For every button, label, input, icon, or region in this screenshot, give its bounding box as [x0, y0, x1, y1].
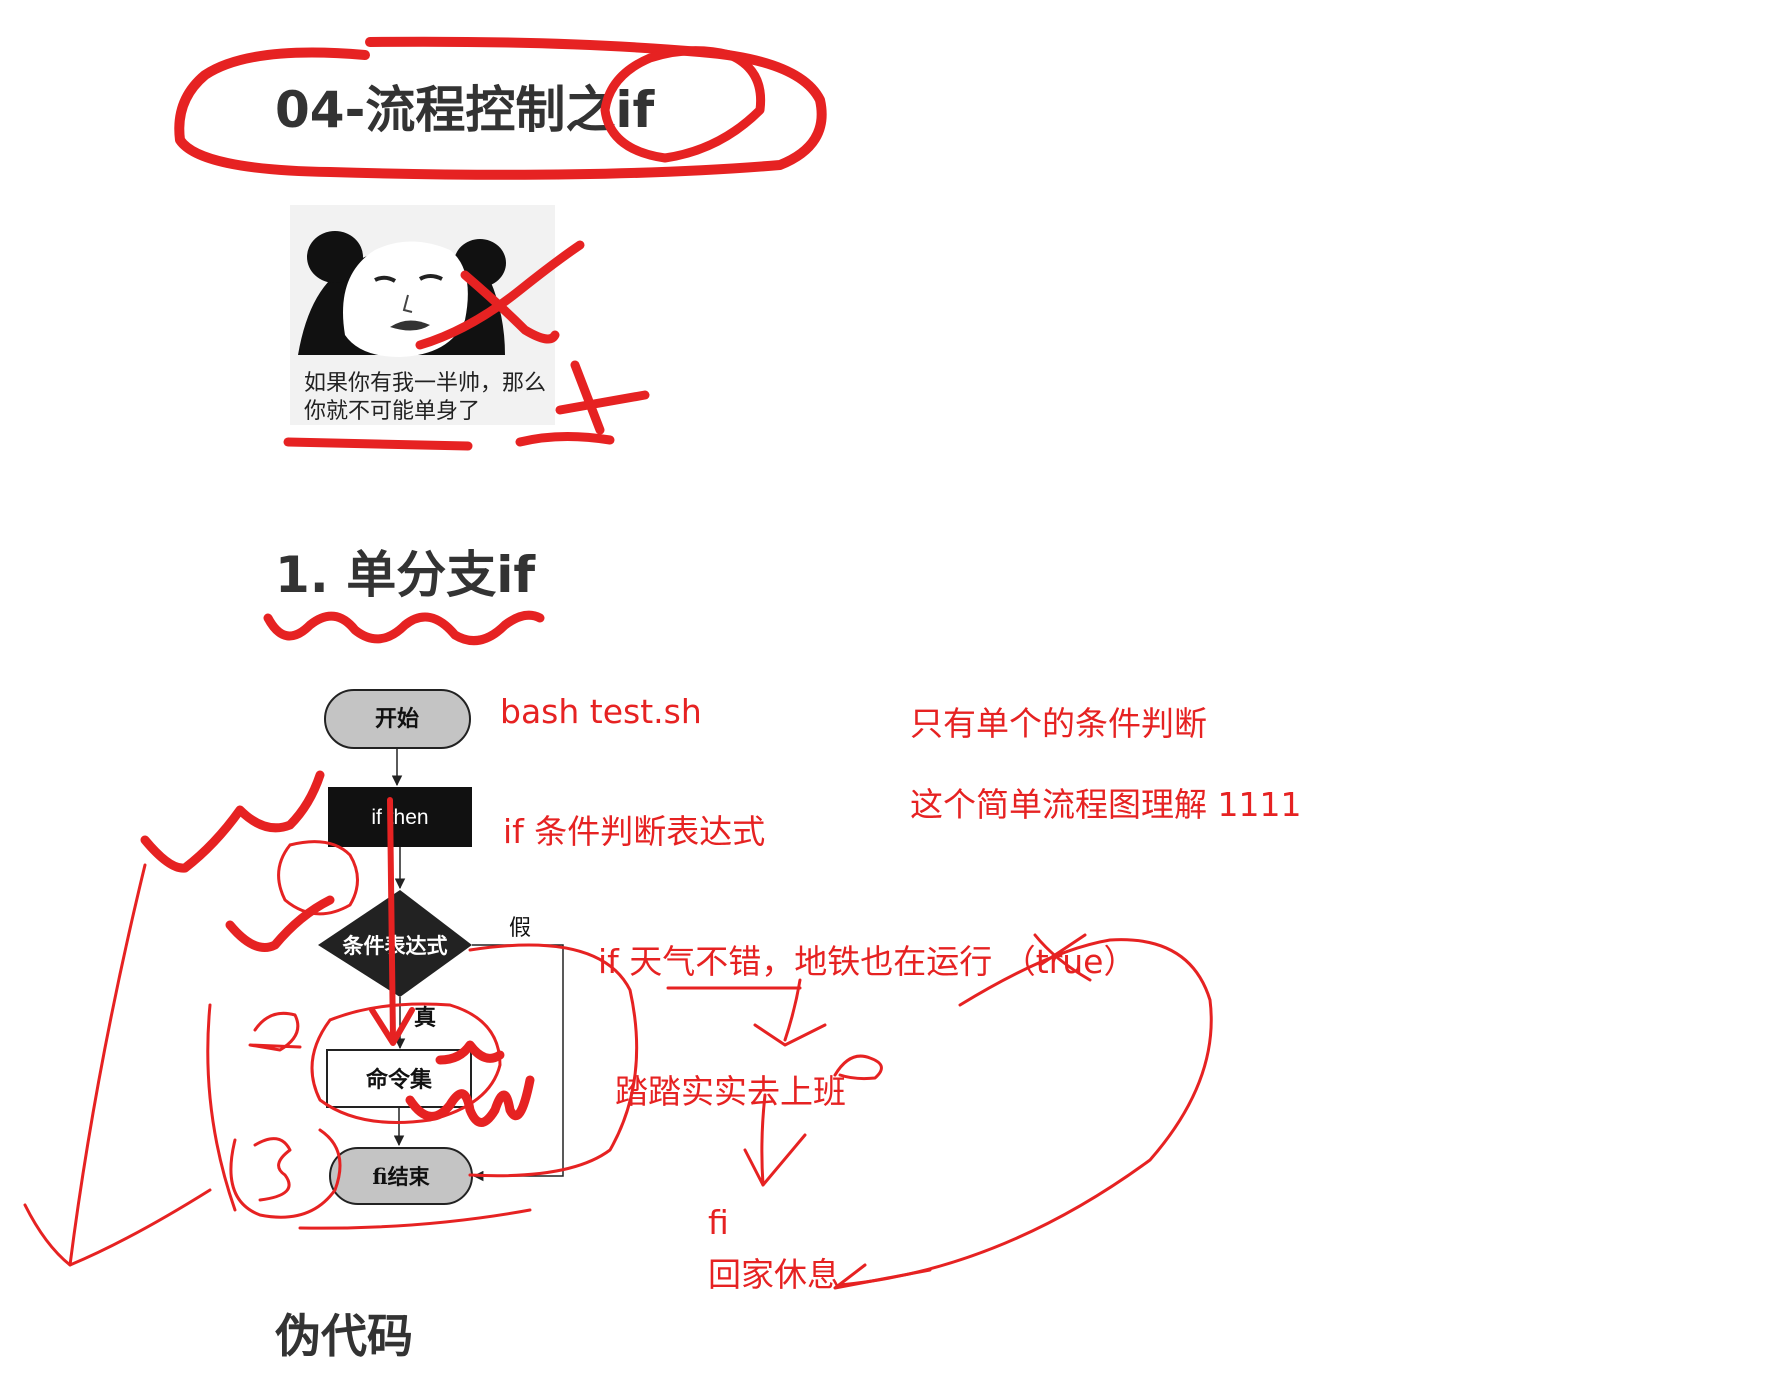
- meme-underline-1: [283, 437, 473, 451]
- commands-squiggle: [405, 1075, 535, 1127]
- meme-underline-2: [515, 431, 615, 447]
- number-2-stroke: [248, 1011, 302, 1052]
- go-work-tail: [833, 1054, 883, 1081]
- check-mark-2: [225, 895, 335, 952]
- title-circle-stroke: [174, 36, 827, 180]
- arrow-to-go-work: [753, 978, 827, 1047]
- meme-check-stroke-2: [415, 240, 585, 350]
- true-scribble: [1033, 933, 1092, 982]
- thick-arrow-down: [387, 797, 396, 1043]
- long-curve-arrow: [838, 938, 1213, 1287]
- underline-left-lower: [298, 1208, 532, 1230]
- arrow-to-fi: [743, 1093, 807, 1187]
- long-curve-arrow-head: [833, 1263, 932, 1290]
- check-mark-1: [140, 770, 325, 873]
- pen-annotations: [23, 36, 1213, 1290]
- number-3-stroke: [253, 1137, 292, 1202]
- heading-wavy-underline: [263, 610, 545, 646]
- left-long-arrow-line: [68, 863, 147, 1267]
- title-small-circle-stroke: [600, 46, 766, 163]
- commands-tick: [435, 1040, 505, 1065]
- meme-check-stroke-1: [460, 270, 560, 344]
- left-long-arrow-head: [23, 1188, 212, 1267]
- meme-plus-mark: [555, 360, 650, 435]
